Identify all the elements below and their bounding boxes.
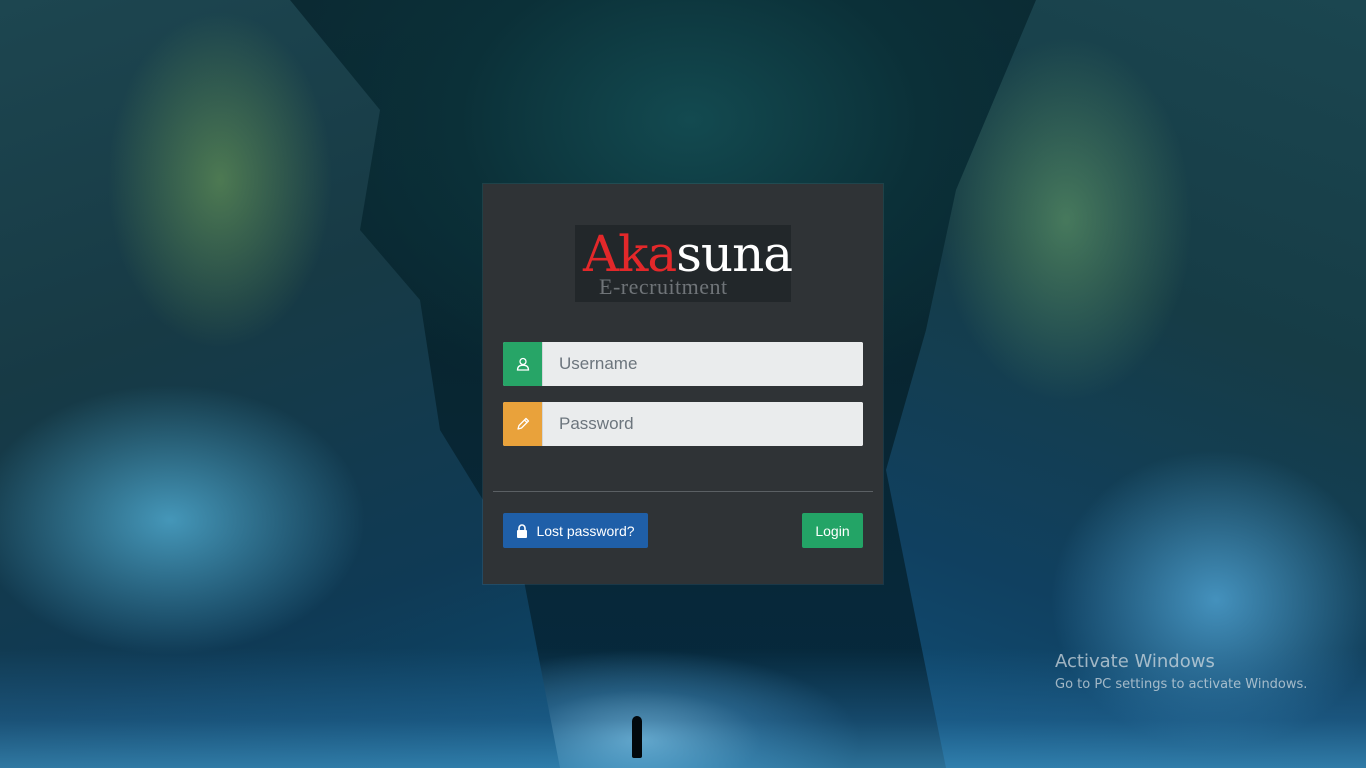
password-field-group [503,402,863,446]
password-addon [503,402,542,446]
login-button[interactable]: Login [802,513,863,548]
windows-activation-watermark: Activate Windows Go to PC settings to ac… [1055,651,1307,695]
user-icon [516,357,529,371]
username-addon [503,342,542,386]
watermark-subtitle: Go to PC settings to activate Windows. [1055,677,1308,692]
username-field-group [503,342,863,386]
watermark-title: Activate Windows [1055,651,1215,672]
pencil-icon [516,417,529,430]
lost-password-button[interactable]: Lost password? [503,513,648,548]
lost-password-label: Lost password? [536,522,635,539]
password-input[interactable] [542,402,863,446]
username-input[interactable] [542,342,863,386]
form-divider [493,491,873,492]
login-panel: Akasuna E-recruitment Lost password? Log… [483,184,883,584]
app-logo: Akasuna E-recruitment [575,225,793,302]
logo-subtitle: E-recruitment [599,274,728,299]
lock-icon [517,523,528,538]
background-person-silhouette [632,716,642,758]
